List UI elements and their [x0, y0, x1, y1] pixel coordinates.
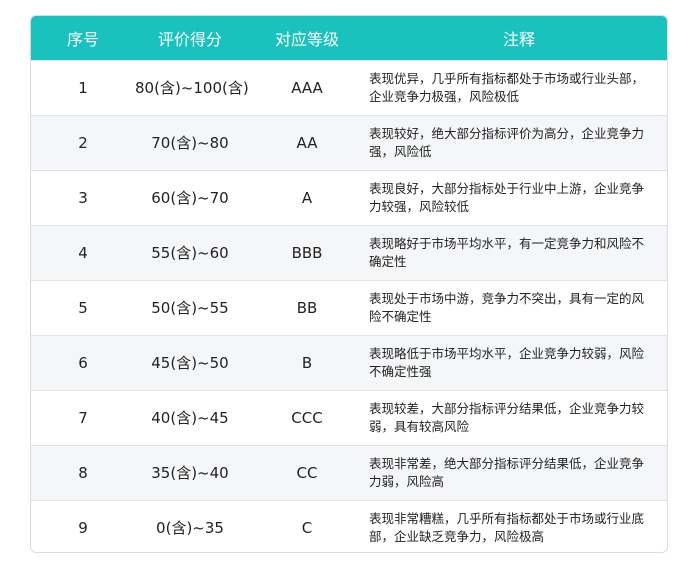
table-body: 1 80(含)~100(含) AAA 表现优异，几乎所有指标都处于市场或行业头部…: [31, 60, 667, 552]
cell-grade: AA: [296, 133, 318, 152]
table-row: 9 0(含)~35 C 表现非常糟糕，几乎所有指标都处于市场或行业底部，企业缺乏…: [31, 500, 667, 552]
cell-score: 35(含)~40: [151, 464, 229, 482]
rating-table-container: 序号 评价得分 对应等级 注释 1 80(含)~100(含) AAA 表现优异，…: [30, 15, 668, 553]
header-grade: 对应等级: [274, 29, 339, 49]
table-row: 6 45(含)~50 B 表现略低于市场平均水平，企业竞争力较弱，风险不确定性强: [31, 335, 667, 390]
cell-note: 表现较差，大部分指标评分结果低，企业竞争力较弱，具有较高风险: [369, 400, 645, 434]
cell-score: 55(含)~60: [151, 244, 229, 262]
cell-note: 表现非常差，绝大部分指标评分结果低，企业竞争力弱，风险高: [369, 455, 645, 489]
cell-score: 40(含)~45: [151, 409, 229, 427]
cell-grade: A: [301, 188, 313, 207]
cell-grade: CC: [296, 463, 318, 482]
cell-note: 表现良好，大部分指标处于行业中上游，企业竞争力较强，风险较低: [369, 180, 645, 214]
cell-grade: BBB: [291, 243, 323, 262]
header-note: 注释: [502, 29, 535, 49]
cell-serial-number: 8: [78, 463, 88, 482]
cell-score: 50(含)~55: [151, 299, 229, 317]
cell-note: 表现略好于市场平均水平，有一定竞争力和风险不确定性: [369, 235, 645, 269]
header-row: 序号 评价得分 对应等级 注释: [31, 16, 667, 60]
table-header: 序号 评价得分 对应等级 注释: [31, 16, 667, 60]
cell-note: 表现非常糟糕，几乎所有指标都处于市场或行业底部，企业缺乏竞争力，风险极高: [369, 510, 645, 544]
cell-note: 表现处于市场中游，竞争力不突出，具有一定的风险不确定性: [369, 290, 645, 324]
table-row: 2 70(含)~80 AA 表现较好，绝大部分指标评价为高分，企业竞争力强，风险…: [31, 115, 667, 170]
cell-serial-number: 9: [78, 518, 88, 537]
cell-note: 表现略低于市场平均水平，企业竞争力较弱，风险不确定性强: [369, 345, 645, 379]
cell-serial-number: 6: [78, 353, 88, 372]
table-row: 5 50(含)~55 BB 表现处于市场中游，竞争力不突出，具有一定的风险不确定…: [31, 280, 667, 335]
cell-score: 80(含)~100(含): [135, 79, 249, 97]
header-evaluation-score: 评价得分: [157, 29, 222, 49]
cell-grade: B: [301, 353, 313, 372]
header-serial-number: 序号: [66, 29, 99, 49]
cell-serial-number: 1: [78, 78, 88, 97]
cell-serial-number: 5: [78, 298, 88, 317]
table-row: 1 80(含)~100(含) AAA 表现优异，几乎所有指标都处于市场或行业头部…: [31, 60, 667, 115]
cell-score: 0(含)~35: [156, 519, 224, 538]
table-row: 7 40(含)~45 CCC 表现较差，大部分指标评分结果低，企业竞争力较弱，具…: [31, 390, 667, 445]
cell-score: 60(含)~70: [151, 189, 229, 207]
table-row: 3 60(含)~70 A 表现良好，大部分指标处于行业中上游，企业竞争力较强，风…: [31, 170, 667, 225]
rating-table: 序号 评价得分 对应等级 注释 1 80(含)~100(含) AAA 表现优异，…: [31, 16, 667, 552]
table-row: 4 55(含)~60 BBB 表现略好于市场平均水平，有一定竞争力和风险不确定性: [31, 225, 667, 280]
cell-serial-number: 7: [78, 408, 88, 427]
cell-serial-number: 4: [78, 243, 88, 262]
cell-grade: C: [301, 518, 313, 537]
cell-grade: CCC: [291, 408, 323, 427]
cell-note: 表现优异，几乎所有指标都处于市场或行业头部，企业竞争力极强，风险极低: [369, 70, 645, 104]
cell-score: 45(含)~50: [151, 354, 229, 372]
cell-serial-number: 3: [78, 188, 88, 207]
cell-serial-number: 2: [78, 133, 88, 152]
cell-grade: BB: [296, 298, 318, 317]
cell-grade: AAA: [291, 78, 323, 97]
table-row: 8 35(含)~40 CC 表现非常差，绝大部分指标评分结果低，企业竞争力弱，风…: [31, 445, 667, 500]
cell-note: 表现较好，绝大部分指标评价为高分，企业竞争力强，风险低: [369, 125, 645, 159]
cell-score: 70(含)~80: [151, 134, 229, 152]
